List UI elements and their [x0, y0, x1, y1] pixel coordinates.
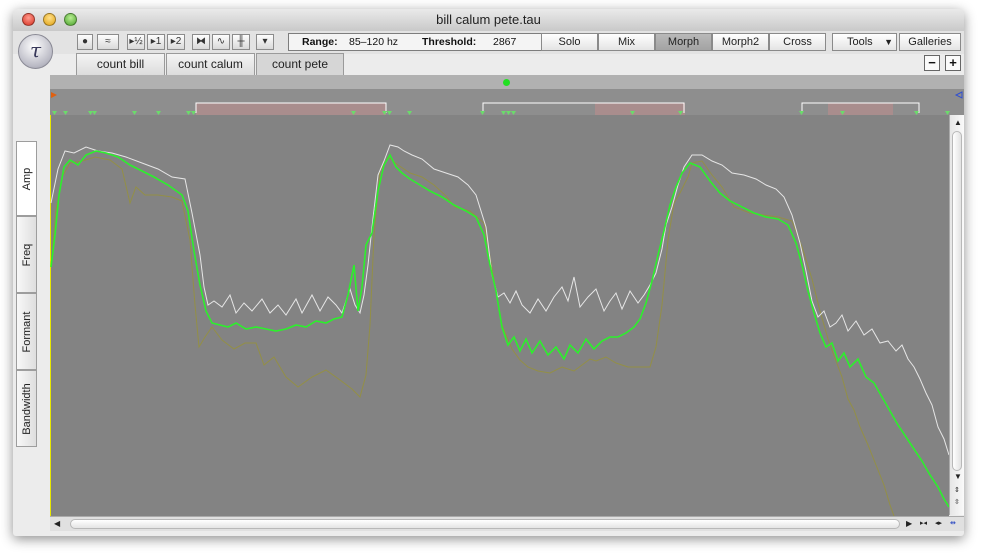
range-value: 85–120 hz: [349, 36, 399, 48]
curve-white: [50, 144, 949, 456]
color-dropdown-icon[interactable]: ▾: [256, 34, 274, 50]
vertical-shrink-icon[interactable]: ⇳: [954, 498, 960, 508]
tab-count-pete[interactable]: count pete: [256, 53, 344, 75]
record-dot-icon[interactable]: ●: [77, 34, 93, 50]
segment-markers[interactable]: [50, 89, 964, 115]
vertical-expand-icon[interactable]: ⇕: [954, 486, 960, 496]
tools-dropdown-icon: ▼: [884, 37, 893, 47]
amplitude-curves[interactable]: [50, 115, 949, 516]
curve-green: [50, 150, 949, 508]
zoom-out-button[interactable]: −: [924, 55, 940, 71]
sine-wave-icon[interactable]: ∿: [212, 34, 230, 50]
mode-cross-button[interactable]: Cross: [769, 33, 826, 51]
position-band: [50, 75, 964, 89]
tab-amp[interactable]: Amp: [16, 141, 37, 216]
fit-width-icon[interactable]: ⇹: [950, 519, 956, 529]
tools-label: Tools: [847, 36, 873, 48]
horizontal-expand-icon[interactable]: ◂▸: [935, 519, 942, 529]
scroll-left-arrow-icon[interactable]: ◀: [54, 519, 60, 529]
vertical-scrollbar[interactable]: ▲ ▼ ⇕ ⇳: [949, 115, 964, 515]
tab-freq-label: Freq: [20, 243, 33, 266]
horizontal-shrink-icon[interactable]: ▸◂: [920, 519, 927, 529]
vertical-scroll-thumb[interactable]: [952, 131, 962, 471]
waveform-icon[interactable]: ≈: [97, 34, 119, 50]
scroll-down-arrow-icon[interactable]: ▼: [954, 472, 962, 482]
bowtie-icon[interactable]: ⧓: [192, 34, 210, 50]
tab-formant[interactable]: Formant: [16, 293, 37, 370]
segment-marker-strip[interactable]: [50, 89, 964, 115]
playhead-indicator[interactable]: [503, 79, 510, 86]
tab-count-bill[interactable]: count bill: [76, 53, 165, 75]
horizontal-scrollbar[interactable]: ◀ ▶ ▸◂ ◂▸ ⇹: [50, 516, 964, 531]
tab-amp-label: Amp: [20, 167, 33, 190]
tab-freq[interactable]: Freq: [16, 216, 37, 293]
tab-count-calum[interactable]: count calum: [166, 53, 255, 75]
play-2-icon[interactable]: ▸2: [167, 34, 185, 50]
segment-highlight[interactable]: [828, 103, 893, 115]
mode-mix-button[interactable]: Mix: [598, 33, 655, 51]
mode-morph2-button[interactable]: Morph2: [712, 33, 769, 51]
mode-solo-button[interactable]: Solo: [541, 33, 598, 51]
window-title: bill calum pete.tau: [436, 12, 541, 27]
horizontal-scroll-thumb[interactable]: [70, 519, 900, 529]
play-half-icon[interactable]: ▸½: [127, 34, 145, 50]
start-marker-icon[interactable]: [51, 92, 57, 98]
range-label: Range:: [302, 36, 338, 48]
segment-highlight[interactable]: [595, 103, 685, 115]
end-marker-icon[interactable]: [954, 91, 963, 99]
spectrum-icon[interactable]: ╫: [232, 34, 250, 50]
tab-bandwidth-label: Bandwidth: [20, 382, 33, 435]
amplitude-plot[interactable]: [50, 115, 949, 516]
scroll-right-arrow-icon[interactable]: ▶: [906, 519, 912, 529]
scroll-up-arrow-icon[interactable]: ▲: [954, 118, 962, 128]
range-threshold-display: Range: 85–120 hz Threshold: 2867: [288, 33, 542, 51]
tab-formant-label: Formant: [20, 311, 33, 352]
curve-olive: [50, 156, 895, 516]
threshold-value: 2867: [493, 36, 517, 48]
segment-highlight[interactable]: [196, 103, 386, 115]
title-bar: bill calum pete.tau: [13, 9, 964, 32]
mode-morph-button[interactable]: Morph: [655, 33, 712, 51]
tools-menu[interactable]: Tools ▼: [832, 33, 897, 51]
app-window: bill calum pete.tau τ ● ≈ ▸½ ▸1 ▸2 ⧓ ∿ ╫…: [13, 9, 964, 536]
zoom-in-button[interactable]: +: [945, 55, 961, 71]
galleries-button[interactable]: Galleries: [899, 33, 961, 51]
play-1-icon[interactable]: ▸1: [147, 34, 165, 50]
tau-logo-icon[interactable]: τ: [18, 34, 53, 69]
tab-bandwidth[interactable]: Bandwidth: [16, 370, 37, 447]
threshold-label: Threshold:: [422, 36, 477, 48]
